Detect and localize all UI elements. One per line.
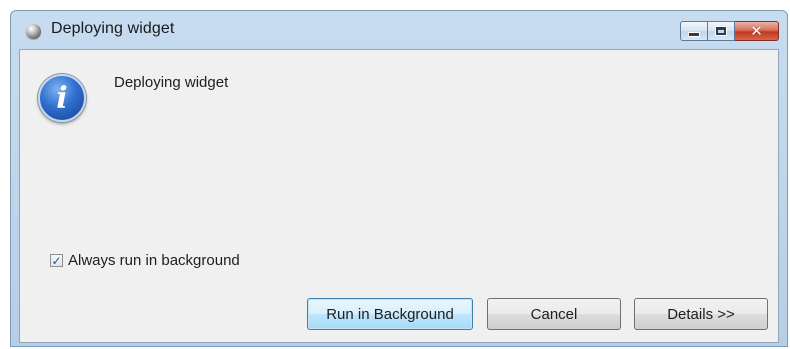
info-icon-glyph: i <box>56 81 68 116</box>
window-orb-icon[interactable] <box>26 24 41 39</box>
details-button[interactable]: Details >> <box>634 298 768 330</box>
minimize-icon <box>688 31 700 37</box>
run-in-background-button[interactable]: Run in Background <box>307 298 473 330</box>
dialog-window: Deploying widget ✕ i Deploying widget ✓ … <box>10 10 788 347</box>
dialog-message: Deploying widget <box>114 74 229 91</box>
close-icon: ✕ <box>750 21 763 40</box>
minimize-button[interactable] <box>680 21 708 41</box>
maximize-button[interactable] <box>708 21 735 41</box>
always-run-background-option[interactable]: ✓ Always run in background <box>50 252 240 269</box>
title-bar[interactable]: Deploying widget ✕ <box>11 11 787 49</box>
always-run-background-label[interactable]: Always run in background <box>68 252 240 269</box>
close-button[interactable]: ✕ <box>735 21 779 41</box>
maximize-icon <box>715 26 727 36</box>
cancel-button[interactable]: Cancel <box>487 298 621 330</box>
always-run-background-checkbox[interactable]: ✓ <box>50 254 63 267</box>
dialog-content: i Deploying widget ✓ Always run in backg… <box>19 49 779 343</box>
caption-buttons: ✕ <box>680 21 779 41</box>
window-title: Deploying widget <box>51 20 175 37</box>
info-icon: i <box>38 74 86 122</box>
checkmark-icon: ✓ <box>51 253 62 268</box>
